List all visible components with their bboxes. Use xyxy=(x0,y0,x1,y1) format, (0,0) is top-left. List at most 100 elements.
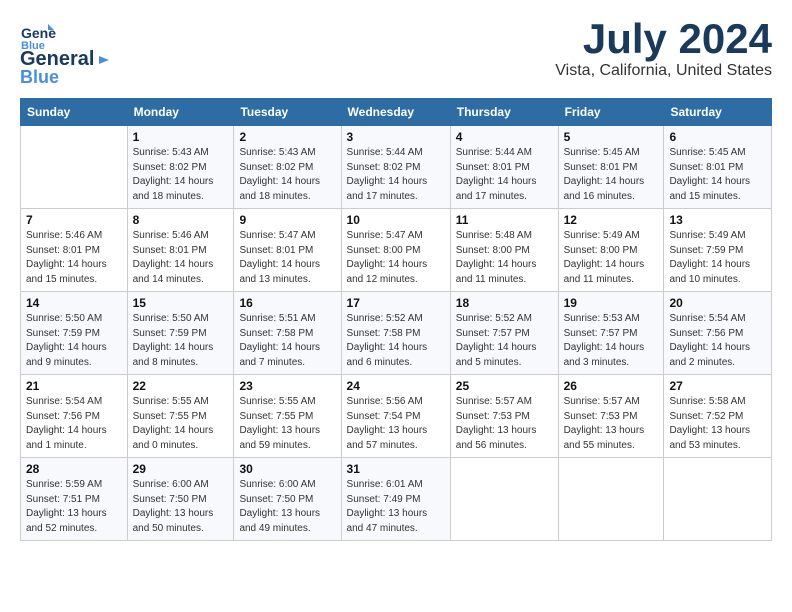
day-info: Sunrise: 5:43 AM Sunset: 8:02 PM Dayligh… xyxy=(133,146,229,204)
day-info: Sunrise: 5:47 AM Sunset: 8:00 PM Dayligh… xyxy=(347,229,445,287)
day-cell xyxy=(450,458,558,541)
day-info: Sunrise: 5:51 AM Sunset: 7:58 PM Dayligh… xyxy=(239,312,335,370)
day-info: Sunrise: 5:52 AM Sunset: 7:57 PM Dayligh… xyxy=(456,312,553,370)
day-info: Sunrise: 5:47 AM Sunset: 8:01 PM Dayligh… xyxy=(239,229,335,287)
day-number: 16 xyxy=(239,296,335,310)
day-number: 30 xyxy=(239,462,335,476)
day-number: 12 xyxy=(564,213,659,227)
day-number: 5 xyxy=(564,130,659,144)
day-number: 17 xyxy=(347,296,445,310)
day-info: Sunrise: 5:54 AM Sunset: 7:56 PM Dayligh… xyxy=(26,395,122,453)
day-info: Sunrise: 5:49 AM Sunset: 7:59 PM Dayligh… xyxy=(669,229,766,287)
page-container: General Blue General Blue July 2024 Vist… xyxy=(0,0,792,551)
day-number: 18 xyxy=(456,296,553,310)
day-info: Sunrise: 5:54 AM Sunset: 7:56 PM Dayligh… xyxy=(669,312,766,370)
location-title: Vista, California, United States xyxy=(555,62,772,80)
day-info: Sunrise: 5:44 AM Sunset: 8:02 PM Dayligh… xyxy=(347,146,445,204)
day-info: Sunrise: 6:00 AM Sunset: 7:50 PM Dayligh… xyxy=(239,478,335,536)
day-number: 13 xyxy=(669,213,766,227)
day-cell xyxy=(558,458,664,541)
day-number: 22 xyxy=(133,379,229,393)
day-cell: 9 Sunrise: 5:47 AM Sunset: 8:01 PM Daylig… xyxy=(234,209,341,292)
day-cell: 17 Sunrise: 5:52 AM Sunset: 7:58 PM Dayli… xyxy=(341,292,450,375)
day-info: Sunrise: 5:45 AM Sunset: 8:01 PM Dayligh… xyxy=(564,146,659,204)
day-cell: 29 Sunrise: 6:00 AM Sunset: 7:50 PM Dayli… xyxy=(127,458,234,541)
day-info: Sunrise: 5:58 AM Sunset: 7:52 PM Dayligh… xyxy=(669,395,766,453)
day-cell: 28Sunrise: 5:59 AM Sunset: 7:51 PM Dayli… xyxy=(21,458,128,541)
day-cell: 11Sunrise: 5:48 AM Sunset: 8:00 PM Dayli… xyxy=(450,209,558,292)
day-info: Sunrise: 5:48 AM Sunset: 8:00 PM Dayligh… xyxy=(456,229,553,287)
day-cell: 24Sunrise: 5:56 AM Sunset: 7:54 PM Dayli… xyxy=(341,375,450,458)
col-tuesday: Tuesday xyxy=(234,99,341,126)
day-cell: 22Sunrise: 5:55 AM Sunset: 7:55 PM Dayli… xyxy=(127,375,234,458)
day-cell: 13 Sunrise: 5:49 AM Sunset: 7:59 PM Dayli… xyxy=(664,209,772,292)
day-info: Sunrise: 5:43 AM Sunset: 8:02 PM Dayligh… xyxy=(239,146,335,204)
day-cell: 20 Sunrise: 5:54 AM Sunset: 7:56 PM Dayli… xyxy=(664,292,772,375)
day-cell: 16 Sunrise: 5:51 AM Sunset: 7:58 PM Dayli… xyxy=(234,292,341,375)
day-cell: 14 Sunrise: 5:50 AM Sunset: 7:59 PM Dayli… xyxy=(21,292,128,375)
month-title: July 2024 xyxy=(555,16,772,62)
day-info: Sunrise: 5:46 AM Sunset: 8:01 PM Dayligh… xyxy=(133,229,229,287)
week-row-5: 28Sunrise: 5:59 AM Sunset: 7:51 PM Dayli… xyxy=(21,458,772,541)
day-cell: 25 Sunrise: 5:57 AM Sunset: 7:53 PM Dayli… xyxy=(450,375,558,458)
day-cell: 12 Sunrise: 5:49 AM Sunset: 8:00 PM Dayli… xyxy=(558,209,664,292)
day-number: 20 xyxy=(669,296,766,310)
day-cell: 15Sunrise: 5:50 AM Sunset: 7:59 PM Dayli… xyxy=(127,292,234,375)
day-info: Sunrise: 5:50 AM Sunset: 7:59 PM Dayligh… xyxy=(26,312,122,370)
logo: General Blue General Blue xyxy=(20,16,111,88)
day-cell: 26 Sunrise: 5:57 AM Sunset: 7:53 PM Dayli… xyxy=(558,375,664,458)
day-number: 28 xyxy=(26,462,122,476)
day-cell: 7 Sunrise: 5:46 AM Sunset: 8:01 PM Daylig… xyxy=(21,209,128,292)
day-number: 26 xyxy=(564,379,659,393)
day-cell: 1Sunrise: 5:43 AM Sunset: 8:02 PM Daylig… xyxy=(127,126,234,209)
day-number: 4 xyxy=(456,130,553,144)
day-cell: 31 Sunrise: 6:01 AM Sunset: 7:49 PM Dayli… xyxy=(341,458,450,541)
day-cell: 6Sunrise: 5:45 AM Sunset: 8:01 PM Daylig… xyxy=(664,126,772,209)
week-row-2: 7 Sunrise: 5:46 AM Sunset: 8:01 PM Daylig… xyxy=(21,209,772,292)
day-number: 14 xyxy=(26,296,122,310)
day-cell: 21 Sunrise: 5:54 AM Sunset: 7:56 PM Dayli… xyxy=(21,375,128,458)
day-cell: 23Sunrise: 5:55 AM Sunset: 7:55 PM Dayli… xyxy=(234,375,341,458)
day-number: 21 xyxy=(26,379,122,393)
logo-arrow-icon xyxy=(95,52,111,68)
day-cell: 3Sunrise: 5:44 AM Sunset: 8:02 PM Daylig… xyxy=(341,126,450,209)
day-info: Sunrise: 5:56 AM Sunset: 7:54 PM Dayligh… xyxy=(347,395,445,453)
day-info: Sunrise: 5:53 AM Sunset: 7:57 PM Dayligh… xyxy=(564,312,659,370)
col-sunday: Sunday xyxy=(21,99,128,126)
header: General Blue General Blue July 2024 Vist… xyxy=(20,16,772,88)
day-cell: 27 Sunrise: 5:58 AM Sunset: 7:52 PM Dayli… xyxy=(664,375,772,458)
day-cell: 19 Sunrise: 5:53 AM Sunset: 7:57 PM Dayli… xyxy=(558,292,664,375)
day-cell: 2 Sunrise: 5:43 AM Sunset: 8:02 PM Daylig… xyxy=(234,126,341,209)
day-info: Sunrise: 5:49 AM Sunset: 8:00 PM Dayligh… xyxy=(564,229,659,287)
day-info: Sunrise: 5:52 AM Sunset: 7:58 PM Dayligh… xyxy=(347,312,445,370)
day-number: 7 xyxy=(26,213,122,227)
day-info: Sunrise: 5:44 AM Sunset: 8:01 PM Dayligh… xyxy=(456,146,553,204)
col-friday: Friday xyxy=(558,99,664,126)
day-cell: 8Sunrise: 5:46 AM Sunset: 8:01 PM Daylig… xyxy=(127,209,234,292)
week-row-4: 21 Sunrise: 5:54 AM Sunset: 7:56 PM Dayli… xyxy=(21,375,772,458)
logo-icon: General Blue xyxy=(20,16,56,52)
day-info: Sunrise: 6:01 AM Sunset: 7:49 PM Dayligh… xyxy=(347,478,445,536)
day-cell xyxy=(664,458,772,541)
day-info: Sunrise: 5:46 AM Sunset: 8:01 PM Dayligh… xyxy=(26,229,122,287)
week-row-1: 1Sunrise: 5:43 AM Sunset: 8:02 PM Daylig… xyxy=(21,126,772,209)
day-info: Sunrise: 6:00 AM Sunset: 7:50 PM Dayligh… xyxy=(133,478,229,536)
day-number: 31 xyxy=(347,462,445,476)
day-number: 29 xyxy=(133,462,229,476)
header-row: Sunday Monday Tuesday Wednesday Thursday… xyxy=(21,99,772,126)
day-cell: 5 Sunrise: 5:45 AM Sunset: 8:01 PM Daylig… xyxy=(558,126,664,209)
day-number: 10 xyxy=(347,213,445,227)
day-number: 27 xyxy=(669,379,766,393)
col-saturday: Saturday xyxy=(664,99,772,126)
day-number: 25 xyxy=(456,379,553,393)
col-monday: Monday xyxy=(127,99,234,126)
day-number: 9 xyxy=(239,213,335,227)
day-number: 15 xyxy=(133,296,229,310)
day-info: Sunrise: 5:57 AM Sunset: 7:53 PM Dayligh… xyxy=(564,395,659,453)
day-number: 23 xyxy=(239,379,335,393)
day-number: 6 xyxy=(669,130,766,144)
day-info: Sunrise: 5:57 AM Sunset: 7:53 PM Dayligh… xyxy=(456,395,553,453)
day-number: 19 xyxy=(564,296,659,310)
week-row-3: 14 Sunrise: 5:50 AM Sunset: 7:59 PM Dayli… xyxy=(21,292,772,375)
day-number: 2 xyxy=(239,130,335,144)
